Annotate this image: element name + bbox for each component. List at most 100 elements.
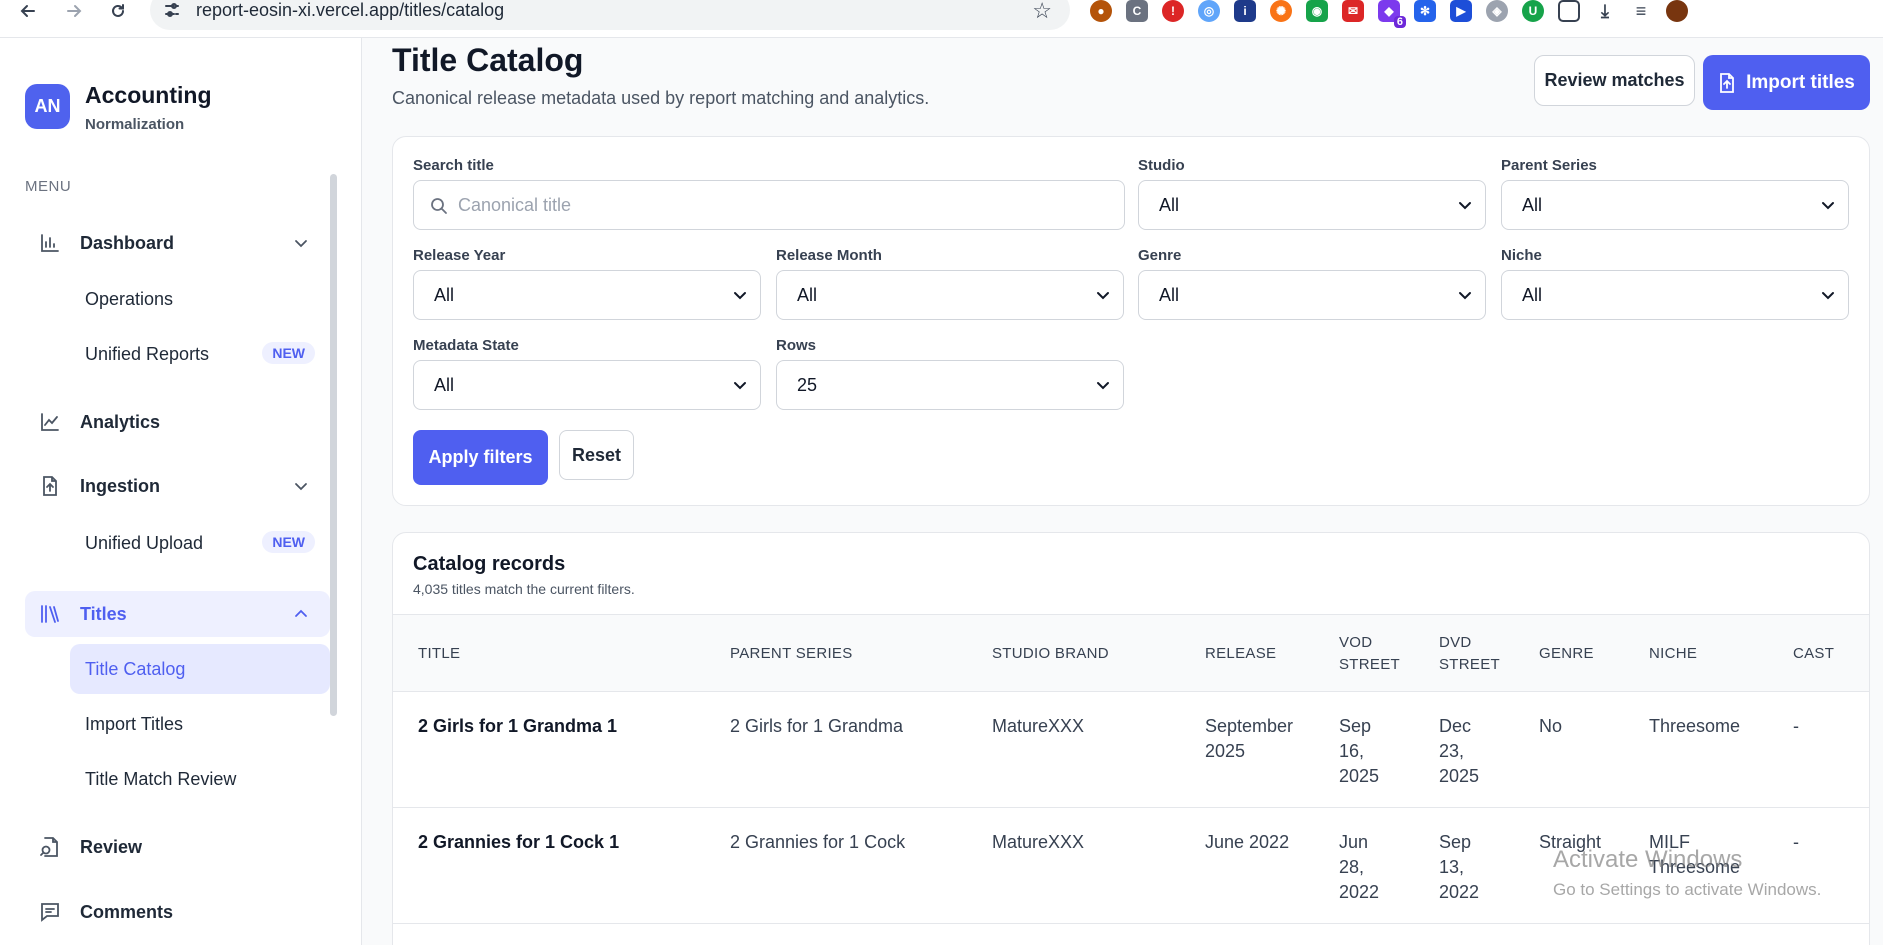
- globe-extension-icon[interactable]: ◎: [1198, 0, 1220, 22]
- reload-icon[interactable]: [104, 0, 132, 22]
- column-header-release[interactable]: RELEASE: [1205, 643, 1276, 665]
- cell-text: 2025: [1339, 766, 1380, 786]
- cell-text: Jun: [1339, 832, 1369, 852]
- niche-value: All: [1522, 284, 1543, 305]
- play-extension-icon[interactable]: ▶: [1450, 0, 1472, 22]
- chevron-down-icon: [1097, 382, 1109, 390]
- c-extension-icon[interactable]: C: [1126, 0, 1148, 22]
- column-header-text: DVD: [1439, 634, 1472, 651]
- sidebar-item-analytics[interactable]: Analytics: [25, 399, 330, 445]
- tag-extension-icon[interactable]: ◆ 6: [1378, 0, 1406, 28]
- sidebar: AN Accounting Normalization MENU Dashboa…: [0, 38, 362, 945]
- sidebar-item-import-titles[interactable]: Import Titles: [70, 699, 330, 749]
- cell-text: Dec: [1439, 716, 1472, 736]
- cell-title[interactable]: 2 Grannies for 1 Cock 1: [418, 830, 619, 855]
- sidebar-item-label: Title Match Review: [85, 768, 237, 789]
- chevron-down-icon: [1459, 202, 1471, 210]
- search-title-input[interactable]: Canonical title: [413, 180, 1125, 230]
- cell-text: Sep: [1439, 832, 1472, 852]
- import-titles-button[interactable]: Import titles: [1703, 55, 1870, 110]
- sidebar-item-label: Operations: [85, 288, 174, 309]
- sidebar-item-dashboard[interactable]: Dashboard: [25, 220, 330, 266]
- cell-release: September 2025: [1205, 714, 1293, 764]
- new-badge: NEW: [262, 531, 315, 553]
- sidebar-item-ingestion[interactable]: Ingestion: [25, 463, 330, 509]
- release-month-select[interactable]: All: [776, 270, 1124, 320]
- genre-select[interactable]: All: [1138, 270, 1486, 320]
- apply-filters-button[interactable]: Apply filters: [413, 430, 548, 485]
- column-header-cast[interactable]: CAST: [1793, 643, 1834, 665]
- sidebar-item-label: Import Titles: [85, 713, 184, 734]
- genre-label: Genre: [1138, 247, 1182, 264]
- site-info-icon[interactable]: [162, 0, 182, 20]
- search-icon: [431, 198, 447, 214]
- rows-label: Rows: [776, 337, 817, 354]
- cookie-extension-icon[interactable]: ●: [1090, 0, 1112, 22]
- sidebar-item-title-match-review[interactable]: Title Match Review: [70, 754, 330, 804]
- profile-avatar-icon[interactable]: [1666, 0, 1688, 22]
- column-header-title[interactable]: TITLE: [418, 643, 460, 665]
- search-placeholder: Canonical title: [458, 194, 572, 215]
- mail-extension-icon[interactable]: ✉: [1342, 0, 1364, 22]
- column-header-dvd-street[interactable]: DVD STREET: [1439, 632, 1500, 676]
- sidebar-item-unified-reports[interactable]: Unified Reports NEW: [70, 329, 330, 379]
- file-import-icon: [1720, 72, 1735, 93]
- column-header-text: VOD: [1339, 634, 1373, 651]
- sidebar-item-comments[interactable]: Comments: [25, 889, 330, 935]
- sidebar-item-label: Analytics: [80, 411, 161, 432]
- column-header-studio-brand[interactable]: STUDIO BRAND: [992, 643, 1109, 665]
- settings-extension-icon[interactable]: ✻: [1414, 0, 1436, 22]
- column-header-vod-street[interactable]: VOD STREET: [1339, 632, 1400, 676]
- cell-text: 2025: [1439, 766, 1480, 786]
- sidebar-item-operations[interactable]: Operations: [70, 274, 330, 324]
- library-icon: [41, 605, 59, 623]
- studio-select[interactable]: All: [1138, 180, 1486, 230]
- metadata-state-select[interactable]: All: [413, 360, 761, 410]
- forward-icon[interactable]: [60, 0, 88, 22]
- robot-extension-icon[interactable]: ◉: [1306, 0, 1328, 22]
- cell-dvd-street: Sep 13, 2022: [1439, 830, 1479, 905]
- download-icon[interactable]: ⤓: [1594, 0, 1616, 22]
- parent-series-select[interactable]: All: [1501, 180, 1849, 230]
- main-content: Title Catalog Canonical release metadata…: [362, 38, 1883, 945]
- release-year-select[interactable]: All: [413, 270, 761, 320]
- review-matches-button[interactable]: Review matches: [1534, 55, 1695, 106]
- release-year-value: All: [434, 284, 455, 305]
- sidebar-scrollbar[interactable]: [330, 174, 337, 716]
- sidebar-item-unified-upload[interactable]: Unified Upload NEW: [70, 518, 330, 568]
- alert-extension-icon[interactable]: !: [1162, 0, 1184, 22]
- extensions-bar: ● C ! ◎ i ✺ ◉ ✉ ◆ 6 ✻ ▶ ◈ U ⤓ ≡: [1090, 0, 1688, 28]
- genre-value: All: [1159, 284, 1180, 305]
- reset-button[interactable]: Reset: [559, 430, 634, 480]
- rows-select[interactable]: 25: [776, 360, 1124, 410]
- shield-extension-icon[interactable]: ◈: [1486, 0, 1508, 22]
- sidebar-item-review[interactable]: Review: [25, 824, 330, 870]
- column-header-genre[interactable]: GENRE: [1539, 643, 1594, 665]
- niche-select[interactable]: All: [1501, 270, 1849, 320]
- info-extension-icon[interactable]: i: [1234, 0, 1256, 22]
- sun-extension-icon[interactable]: ✺: [1270, 0, 1292, 22]
- filters-panel: Search title Canonical title Studio All …: [392, 136, 1870, 506]
- cell-dvd-street: Dec 23, 2025: [1439, 714, 1479, 789]
- windows-activation-watermark: Activate Windows: [1553, 846, 1743, 873]
- sidebar-item-title-catalog[interactable]: Title Catalog: [70, 644, 330, 694]
- u-extension-icon[interactable]: U: [1522, 0, 1544, 22]
- brand-avatar: AN: [25, 84, 70, 129]
- column-header-niche[interactable]: NICHE: [1649, 643, 1697, 665]
- column-header-parent-series[interactable]: PARENT SERIES: [730, 643, 853, 665]
- address-bar[interactable]: report-eosin-xi.vercel.app/titles/catalo…: [150, 0, 1070, 30]
- bookmark-star-icon[interactable]: ☆: [1032, 0, 1052, 24]
- niche-label: Niche: [1501, 247, 1542, 264]
- media-icon[interactable]: ≡: [1630, 0, 1652, 22]
- studio-value: All: [1159, 194, 1180, 215]
- back-icon[interactable]: [14, 0, 42, 22]
- comment-icon: [41, 903, 59, 922]
- line-chart-icon: [41, 413, 59, 431]
- puzzle-extension-icon[interactable]: [1558, 0, 1580, 22]
- sidebar-item-titles[interactable]: Titles: [25, 591, 330, 637]
- cell-title[interactable]: 2 Girls for 1 Grandma 1: [418, 714, 617, 739]
- release-year-label: Release Year: [413, 247, 506, 264]
- release-month-label: Release Month: [776, 247, 882, 264]
- table-row[interactable]: 2 Girls for 1 Grandma 1 2 Girls for 1 Gr…: [393, 692, 1869, 808]
- chevron-up-icon: [295, 609, 307, 617]
